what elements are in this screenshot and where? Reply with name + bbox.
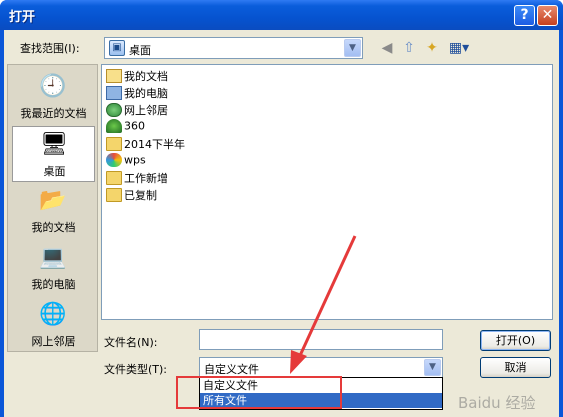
annotation-arrow (290, 235, 357, 374)
watermark: Baidu 经验 (458, 394, 536, 412)
